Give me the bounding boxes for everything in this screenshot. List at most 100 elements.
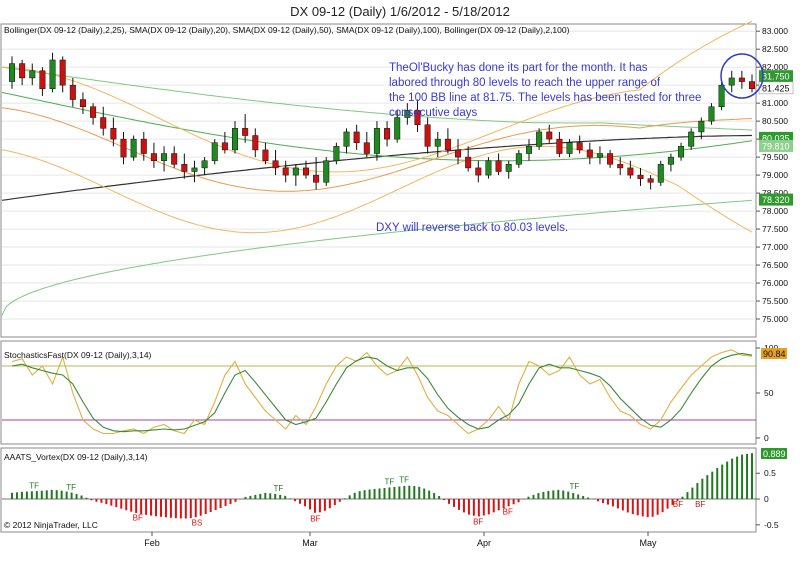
candle-body [90,106,97,118]
copyright: © 2012 NinjaTrader, LLC [4,520,98,530]
candle-body [698,120,705,133]
vortex-tick-label: 0 [764,494,769,504]
candle-body [59,59,66,86]
x-tick-label: May [639,538,657,548]
candle-body [343,131,350,147]
vortex-marker-bf: BF [503,507,513,516]
vortex-marker-tf: TF [66,483,76,492]
candle-body [465,156,472,169]
candle-body [150,153,157,161]
price-tick-label: 77.500 [762,224,788,234]
stoch-indicator-label: StochasticsFast(DX 09-12 (Daily),3,14) [4,350,152,360]
candle-body [607,153,614,165]
vortex-marker-tf: TF [29,481,39,490]
price-tick-label: 79.000 [762,170,788,180]
candle-body [667,156,674,165]
vortex-marker-tf: TF [274,484,284,493]
candle-body [678,146,685,158]
candle-body [394,117,401,140]
price-tick-label: 76.500 [762,260,788,270]
chart-canvas: DX 09-12 (Daily) 1/6/2012 - 5/18/2012 83… [0,0,800,567]
candle-body [9,63,15,82]
vortex-badge-text: 0.889 [763,449,786,459]
vortex-marker-tf: TF [570,482,580,491]
candle-body [29,70,36,79]
candle-body [384,128,391,140]
price-tick-label: 76.000 [762,278,788,288]
stoch-tick-label: 50 [764,388,774,398]
price-tick-label: 75.000 [762,314,788,324]
candle-body [19,63,26,79]
price-indicator-label: Bollinger(DX 09-12 (Daily),2,25), SMA(DX… [4,25,570,35]
candle-body [728,77,735,86]
candle-body [69,84,76,100]
candle-body [657,164,664,183]
candle-body [363,142,370,154]
x-tick-label: Feb [144,538,160,548]
vortex-indicator-label: AAATS_Vortex(DX 09-12 (Daily),3,14) [4,452,148,462]
candle-body [596,153,603,158]
candle-body [424,124,431,147]
price-tick-label: 77.000 [762,242,788,252]
candle-body [434,138,441,147]
candle-body [211,142,218,161]
candle-body [495,160,502,172]
x-tick-label: Apr [477,538,491,548]
candle-body [282,167,289,176]
candle-body [201,160,208,169]
annotation-line-1: TheOl'Bucky has done its part for the mo… [389,62,648,74]
price-tick-label: 75.500 [762,296,788,306]
candle-body [556,138,563,154]
price-tick-label: 79.500 [762,152,788,162]
candle-body [444,138,451,151]
annotation-line-3: the 100 BB line at 81.75. The levels has… [389,92,701,104]
candle-body [586,149,593,158]
candle-body [718,84,725,107]
vortex-marker-bf: BF [673,500,683,509]
price-tick-label: 80.500 [762,116,788,126]
candle-body [171,153,178,165]
stoch-badge-text: 90.84 [763,349,786,359]
candle-body [373,128,380,154]
candle-body [100,117,107,129]
candle-body [232,128,239,151]
candle-body [617,164,624,169]
vortex-marker-tf: TF [385,478,395,487]
chart-title: DX 09-12 (Daily) 1/6/2012 - 5/18/2012 [290,4,510,19]
candle-body [302,167,309,176]
candle-body [576,142,583,151]
candle-body [708,106,715,122]
candle-body [333,146,340,161]
price-badge-text: 81.425 [762,83,790,93]
candle-body [353,131,360,143]
vortex-marker-bs: BS [192,519,203,528]
candle-body [505,164,512,172]
candle-body [525,146,532,154]
candle-body [455,149,462,158]
vortex-marker-tf: TF [399,476,409,485]
candle-body [323,160,330,183]
price-tick-label: 78.000 [762,206,788,216]
candle-body [647,178,654,183]
candle-body [39,70,46,90]
stoch-tick-label: 0 [764,433,769,443]
vortex-marker-bf: BF [310,514,320,523]
candle-body [292,167,299,176]
price-badge-text: 78.320 [762,195,790,205]
candle-body [485,160,492,176]
price-tick-label: 83.000 [762,26,788,36]
candle-body [130,138,137,158]
candle-body [49,59,56,90]
vortex-tick-label: 0.5 [764,468,776,478]
price-badge-text: 79.810 [762,141,790,151]
candle-body [738,77,745,82]
annotation-line-2: labored through 80 levels to reach the u… [389,77,661,89]
candle-body [313,174,320,183]
candle-body [262,149,269,161]
annotation-line-4: consecutive days [389,107,477,119]
candle-body [515,153,522,165]
vortex-marker-bf: BF [473,518,483,527]
candle-body [140,138,147,154]
candle-body [566,142,573,154]
candle-body [120,138,127,158]
